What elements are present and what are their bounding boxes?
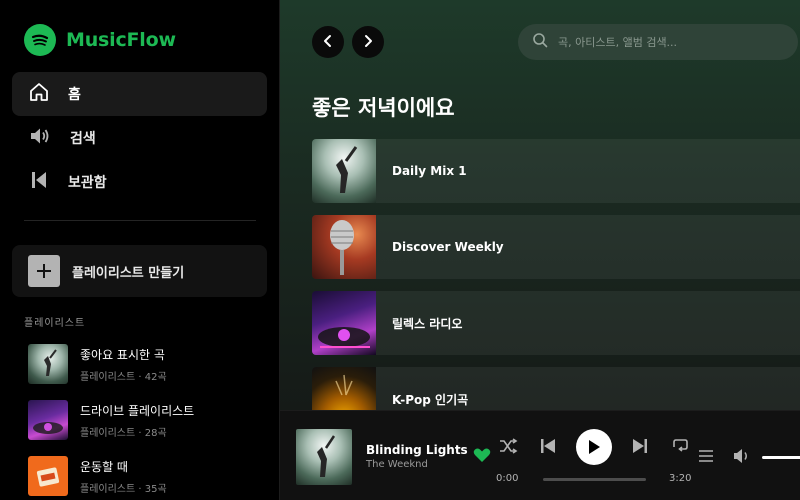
playlist-card-title: K-Pop 인기곡: [392, 392, 469, 407]
home-icon: [28, 81, 50, 107]
like-button[interactable]: [473, 447, 491, 467]
playlist-title: 드라이브 플레이리스트: [80, 403, 195, 418]
skip-back-icon: [541, 439, 555, 453]
queue-button[interactable]: [698, 448, 714, 464]
playlist-card[interactable]: Daily Mix 1: [312, 139, 800, 203]
shuffle-button[interactable]: [498, 437, 518, 455]
playlist-card-title: 릴렉스 라디오: [392, 316, 463, 331]
duration: 3:20: [669, 473, 692, 484]
chevron-left-icon: [321, 33, 335, 52]
page-title: 좋은 저녁이에요: [312, 96, 455, 120]
plus-icon: [28, 255, 60, 287]
play-icon: [589, 440, 600, 454]
now-playing-cover[interactable]: [296, 429, 352, 485]
previous-button[interactable]: [540, 438, 556, 454]
search-input[interactable]: 곡, 아티스트, 앨범 검색...: [518, 24, 798, 60]
playlist-title: 운동할 때: [80, 459, 128, 474]
playlist-cover-image: [312, 139, 376, 203]
playlist-subtitle: 플레이리스트 · 35곡: [80, 483, 167, 495]
playlist-card-title: Daily Mix 1: [392, 164, 467, 178]
playlist-item-liked[interactable]: 좋아요 표시한 곡 플레이리스트 · 42곡: [28, 344, 268, 384]
main-content: 곡, 아티스트, 앨범 검색... 좋은 저녁이에요 Daily Mix 1 D…: [280, 0, 800, 410]
playlist-cover-image: [28, 456, 68, 496]
playlist-subtitle: 플레이리스트 · 42곡: [80, 371, 167, 383]
sidebar-divider: [24, 220, 256, 221]
play-button[interactable]: [576, 429, 612, 465]
next-button[interactable]: [632, 438, 648, 454]
playlist-item-drive[interactable]: 드라이브 플레이리스트 플레이리스트 · 28곡: [28, 400, 268, 440]
search-placeholder: 곡, 아티스트, 앨범 검색...: [558, 36, 678, 49]
playlist-cover-image: [312, 291, 376, 355]
nav-item-library[interactable]: 보관함: [12, 160, 267, 204]
nav-item-home[interactable]: 홈: [12, 72, 267, 116]
app-name: MusicFlow: [66, 29, 176, 51]
forward-button[interactable]: [352, 26, 384, 58]
player-bar: Blinding Lights The Weeknd 0:00 3:20: [280, 410, 800, 500]
nav-item-label: 보관함: [68, 175, 107, 191]
progress-bar[interactable]: [543, 478, 646, 481]
queue-icon: [699, 450, 713, 462]
volume-slider[interactable]: [762, 456, 800, 459]
repeat-button[interactable]: [671, 437, 689, 455]
repeat-icon: [673, 439, 688, 452]
playlist-card[interactable]: 릴렉스 라디오: [312, 291, 800, 355]
sidebar: MusicFlow 홈 검색 보관함 플레이리스트 만들기 플레이리스트 좋아요…: [0, 0, 280, 500]
now-playing-artist[interactable]: The Weeknd: [366, 459, 428, 470]
skip-forward-icon: [633, 439, 647, 453]
nav-item-label: 홈: [68, 87, 81, 103]
app-logo[interactable]: MusicFlow: [24, 24, 176, 56]
search-icon: [532, 32, 548, 52]
heart-icon: [473, 448, 491, 462]
playlist-card[interactable]: K-Pop 인기곡: [312, 367, 800, 410]
now-playing-title[interactable]: Blinding Lights: [366, 443, 468, 457]
library-icon: [28, 169, 50, 195]
playlist-cover-image: [312, 367, 376, 410]
playlist-cover-image: [28, 344, 68, 384]
playlist-title: 좋아요 표시한 곡: [80, 347, 165, 362]
playlist-list: 좋아요 표시한 곡 플레이리스트 · 42곡 드라이브 플레이리스트 플레이리스…: [28, 344, 268, 500]
nav-item-label: 검색: [70, 131, 96, 147]
create-playlist-button[interactable]: 플레이리스트 만들기: [12, 245, 267, 297]
playlists-section-title: 플레이리스트: [24, 318, 86, 329]
playlist-card-title: Discover Weekly: [392, 240, 504, 254]
volume-button[interactable]: [733, 448, 751, 464]
quick-picks-list: Daily Mix 1 Discover Weekly 릴렉스 라디오 K-Po…: [312, 139, 800, 410]
shuffle-icon: [500, 438, 518, 454]
playlist-cover-image: [28, 400, 68, 440]
current-time: 0:00: [496, 473, 519, 484]
playlist-cover-image: [312, 215, 376, 279]
playlist-subtitle: 플레이리스트 · 28곡: [80, 427, 167, 439]
create-playlist-label: 플레이리스트 만들기: [72, 265, 185, 281]
speaker-icon: [28, 125, 52, 151]
playlist-card[interactable]: Discover Weekly: [312, 215, 800, 279]
main-nav: 홈 검색 보관함: [12, 72, 267, 204]
chevron-right-icon: [361, 33, 375, 52]
volume-icon: [734, 449, 747, 463]
back-button[interactable]: [312, 26, 344, 58]
logo-icon: [24, 24, 56, 56]
nav-item-search[interactable]: 검색: [12, 116, 267, 160]
playlist-item-workout[interactable]: 운동할 때 플레이리스트 · 35곡: [28, 456, 268, 496]
